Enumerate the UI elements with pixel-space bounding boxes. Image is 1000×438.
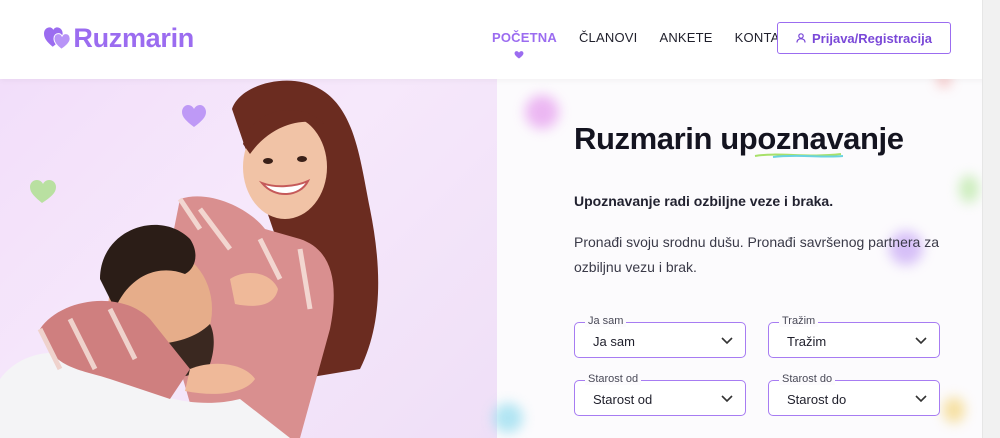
hero-image-panel [0,79,497,438]
ja-sam-select[interactable]: Ja sam Ja sam [574,315,746,358]
starost-od-select[interactable]: Starost od Starost od [574,373,746,416]
decorative-heart-icon [959,175,979,203]
decorative-heart-icon [943,397,965,423]
ja-sam-value: Ja sam [593,334,635,349]
main-nav: POČETNA ČLANOVI ANKETE KONTAKT [492,30,819,45]
ja-sam-label: Ja sam [585,315,627,327]
couple-photo [0,80,379,438]
chevron-down-icon [915,395,927,403]
page-title: Ruzmarin upoznavanje [574,121,904,156]
active-heart-icon [514,51,524,59]
login-register-label: Prijava/Registracija [812,30,932,46]
hero-description: Pronađi svoju srodnu dušu. Pronađi savrš… [574,234,939,275]
login-register-button[interactable]: Prijava/Registracija [777,22,951,54]
scrollbar[interactable] [982,0,1000,438]
nav-item-ankete[interactable]: ANKETE [659,30,712,45]
chevron-down-icon [721,395,733,403]
trazim-select[interactable]: Tražim Tražim [768,315,940,358]
starost-do-select[interactable]: Starost do Starost do [768,373,940,416]
starost-do-label: Starost do [779,373,836,385]
title-underline-decoration [754,153,843,158]
nav-item-pocetna[interactable]: POČETNA [492,30,557,45]
user-icon [796,33,806,43]
hearts-logo-icon [44,27,71,50]
logo-text: Ruzmarin [73,22,194,53]
starost-do-value: Starost do [787,392,847,407]
logo[interactable]: Ruzmarin [44,15,194,61]
starost-od-value: Starost od [593,392,653,407]
chevron-down-icon [721,337,733,345]
trazim-value: Tražim [787,334,827,349]
starost-od-label: Starost od [585,373,642,385]
trazim-label: Tražim [779,315,819,327]
chevron-down-icon [915,337,927,345]
hero-content: Ruzmarin upoznavanje Upoznavanje radi oz… [493,73,982,438]
decorative-heart-icon [525,95,559,129]
nav-item-clanovi[interactable]: ČLANOVI [579,30,637,45]
decorative-heart-icon [493,403,523,433]
site-header: Ruzmarin POČETNA ČLANOVI ANKETE KONTAKT … [0,0,1000,79]
hero-subtitle: Upoznavanje radi ozbiljne veze i braka. [574,193,834,209]
